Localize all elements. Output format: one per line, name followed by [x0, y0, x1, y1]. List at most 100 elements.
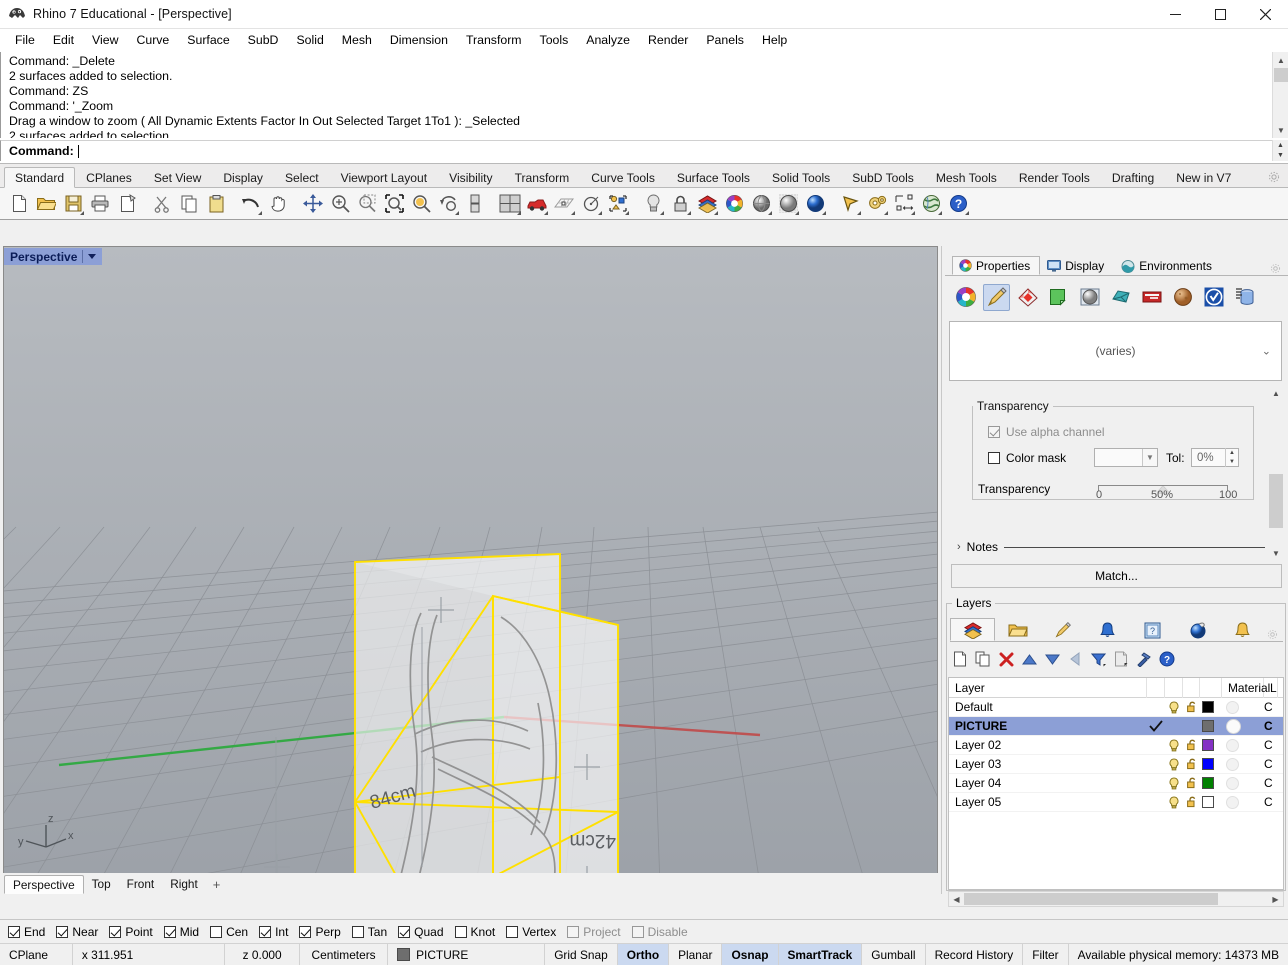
menu-tools[interactable]: Tools: [531, 30, 578, 51]
osnap-knot[interactable]: Knot: [454, 925, 495, 939]
viewport-tab-right[interactable]: Right: [162, 875, 206, 894]
layer-material-swatch[interactable]: [1222, 717, 1264, 736]
tolerance-field[interactable]: 0% ▲ ▼: [1191, 448, 1239, 467]
toolbar-tab-mesh-tools[interactable]: Mesh Tools: [925, 167, 1008, 188]
shaded-sphere-icon[interactable]: [748, 191, 774, 217]
status-units[interactable]: Centimeters: [300, 943, 389, 965]
visibility-bulb-icon[interactable]: [1165, 698, 1183, 717]
menu-transform[interactable]: Transform: [457, 30, 531, 51]
save-icon[interactable]: [60, 191, 86, 217]
layer-material-swatch[interactable]: [1222, 774, 1264, 793]
scroll-up-icon[interactable]: ▲: [1269, 386, 1283, 400]
mesh-icon[interactable]: [1107, 284, 1134, 311]
pan-hand-icon[interactable]: [265, 191, 291, 217]
status-toggle-gumball[interactable]: Gumball: [862, 943, 926, 965]
tools-hammer-icon[interactable]: [1134, 649, 1154, 669]
current-layer-marker[interactable]: [1147, 755, 1165, 774]
texture-mapping-icon[interactable]: [1014, 284, 1041, 311]
stepper-down-icon[interactable]: ▼: [1226, 458, 1238, 468]
layer-color-swatch[interactable]: [1200, 793, 1222, 812]
layers-tab-folder[interactable]: [995, 618, 1040, 641]
layer-color-swatch[interactable]: [1200, 698, 1222, 717]
toolbar-tab-solid-tools[interactable]: Solid Tools: [761, 167, 841, 188]
toolbar-tab-surface-tools[interactable]: Surface Tools: [666, 167, 761, 188]
object-properties-icon[interactable]: [952, 284, 979, 311]
osnap-end[interactable]: End: [8, 925, 45, 939]
layer-sheet-icon[interactable]: [1045, 284, 1072, 311]
help-icon[interactable]: ?: [1157, 649, 1177, 669]
layer-material-swatch[interactable]: [1222, 736, 1264, 755]
status-toggle-planar[interactable]: Planar: [669, 943, 723, 965]
zoom-extents-icon[interactable]: [381, 191, 407, 217]
column-header-material[interactable]: Material: [1222, 678, 1270, 698]
minimize-button[interactable]: [1153, 0, 1198, 29]
section-icon[interactable]: [1231, 284, 1258, 311]
layer-color-swatch[interactable]: [1200, 755, 1222, 774]
notes-section[interactable]: › Notes: [957, 538, 1265, 556]
gear-icon[interactable]: [1269, 262, 1282, 275]
viewport-tab-top[interactable]: Top: [84, 875, 119, 894]
dimension-icon[interactable]: [891, 191, 917, 217]
table-row[interactable]: Layer 05 C: [949, 793, 1283, 812]
toolbar-tab-cplanes[interactable]: CPlanes: [75, 167, 143, 188]
options-gear-icon[interactable]: [864, 191, 890, 217]
table-row[interactable]: PICTURE C: [949, 717, 1283, 736]
current-layer-check-icon[interactable]: [1147, 717, 1165, 736]
visibility-bulb-icon[interactable]: [1165, 793, 1183, 812]
move-up-icon[interactable]: [1019, 649, 1039, 669]
osnap-tan[interactable]: Tan: [351, 925, 387, 939]
car-render-icon[interactable]: [524, 191, 550, 217]
delete-layer-icon[interactable]: [996, 649, 1016, 669]
viewport-tab-front[interactable]: Front: [119, 875, 163, 894]
open-folder-icon[interactable]: [33, 191, 59, 217]
tolerance-stepper[interactable]: ▲ ▼: [1225, 448, 1238, 467]
viewport-title[interactable]: Perspective: [4, 248, 103, 265]
toolbar-tab-set-view[interactable]: Set View: [143, 167, 213, 188]
color-mask-checkbox[interactable]: Color mask: [988, 451, 1066, 465]
scroll-right-icon[interactable]: ▶: [1268, 892, 1283, 906]
table-row[interactable]: Layer 02 C: [949, 736, 1283, 755]
toolbar-tab-new-in-v7[interactable]: New in V7: [1165, 167, 1242, 188]
lock-open-icon[interactable]: [1183, 717, 1200, 736]
match-button[interactable]: Match...: [951, 564, 1282, 588]
layers-tab-blue-bell[interactable]: [1085, 618, 1130, 641]
select-objects-icon[interactable]: [605, 191, 631, 217]
column-header-linetype[interactable]: L: [1264, 678, 1278, 698]
menu-dimension[interactable]: Dimension: [381, 30, 457, 51]
visibility-bulb-icon[interactable]: [1165, 736, 1183, 755]
add-viewport-tab-icon[interactable]: +: [206, 875, 228, 894]
status-current-layer[interactable]: PICTURE: [388, 943, 546, 965]
display-mode-icon[interactable]: [1076, 284, 1103, 311]
four-view-icon[interactable]: [497, 191, 523, 217]
gear-icon[interactable]: [1267, 170, 1281, 184]
scroll-up-icon[interactable]: ▲: [1273, 52, 1288, 68]
menu-solid[interactable]: Solid: [287, 30, 332, 51]
menu-surface[interactable]: Surface: [178, 30, 238, 51]
lock-open-icon[interactable]: [1183, 736, 1200, 755]
menu-mesh[interactable]: Mesh: [333, 30, 381, 51]
chevron-down-icon[interactable]: ⌄: [1262, 345, 1271, 358]
new-layer-icon[interactable]: [950, 649, 970, 669]
command-history-scrollbar[interactable]: ▲ ▼: [1272, 52, 1288, 138]
current-layer-marker[interactable]: [1147, 774, 1165, 793]
cut-scissors-icon[interactable]: [149, 191, 175, 217]
zoom-selected-icon[interactable]: [408, 191, 434, 217]
material-brush-icon[interactable]: [983, 283, 1010, 311]
visibility-bulb-icon[interactable]: [1165, 774, 1183, 793]
scroll-left-icon[interactable]: ◀: [949, 892, 964, 906]
osnap-project[interactable]: Project: [567, 925, 621, 939]
chevron-down-icon[interactable]: [88, 254, 97, 259]
lock-open-icon[interactable]: [1183, 698, 1200, 717]
column-header-locked[interactable]: [1183, 678, 1200, 698]
tab-display[interactable]: Display: [1040, 256, 1114, 275]
grid-snap-icon[interactable]: [551, 191, 577, 217]
command-input-line[interactable]: Command:: [0, 140, 1272, 161]
toolbar-tab-curve-tools[interactable]: Curve Tools: [580, 167, 666, 188]
tab-environments[interactable]: Environments: [1114, 256, 1222, 275]
status-toggle-grid-snap[interactable]: Grid Snap: [545, 943, 618, 965]
zoom-in-icon[interactable]: [327, 191, 353, 217]
osnap-mid[interactable]: Mid: [163, 925, 199, 939]
ghosted-sphere-icon[interactable]: [775, 191, 801, 217]
menu-view[interactable]: View: [83, 30, 127, 51]
current-layer-marker[interactable]: [1147, 698, 1165, 717]
